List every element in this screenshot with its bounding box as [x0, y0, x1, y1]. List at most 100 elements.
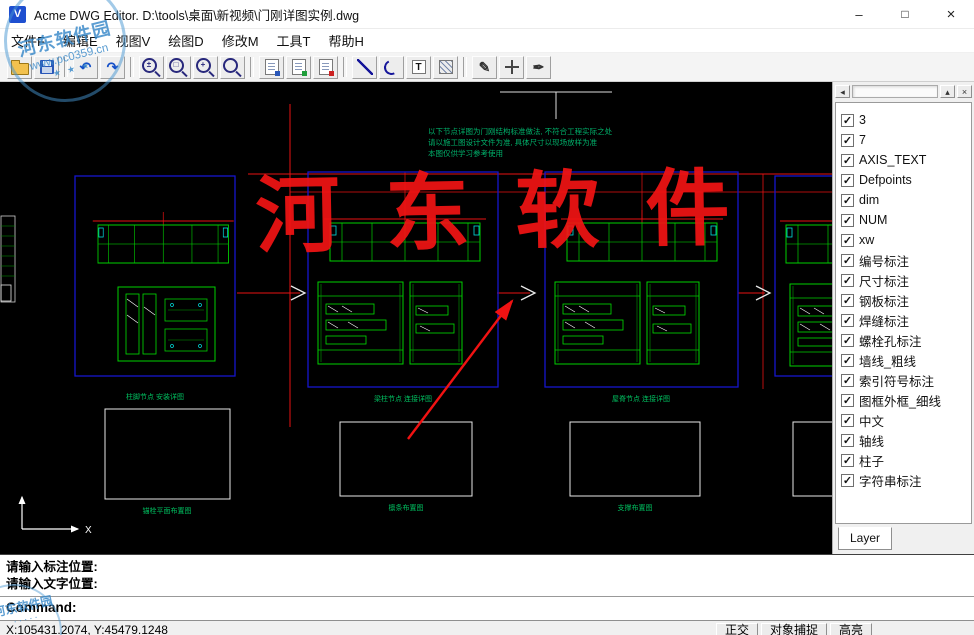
layer-row: ✓ 字符串标注	[841, 470, 971, 490]
arc-tool-icon	[382, 57, 401, 76]
toolbar-separator	[130, 57, 134, 77]
app-window: V Acme DWG Editor. D:\tools\桌面\新视频\门刚详图实…	[0, 0, 974, 635]
layer-checkbox[interactable]: ✓	[841, 334, 854, 347]
layer-checkbox[interactable]: ✓	[841, 474, 854, 487]
zoom-in-icon[interactable]: +	[193, 56, 218, 79]
move-tool-icon[interactable]	[499, 56, 524, 79]
minimize-button[interactable]: –	[836, 0, 882, 28]
panel-close-button[interactable]: ×	[957, 85, 972, 98]
note-text-line: 请以施工图设计文件为准, 具体尺寸以现场放样为准	[428, 137, 598, 147]
layer-checkbox[interactable]: ✓	[841, 274, 854, 287]
dimension-tool-icon[interactable]: ✎	[472, 56, 497, 79]
layer-checkbox[interactable]: ✓	[841, 194, 854, 207]
tab-layer[interactable]: Layer	[838, 527, 892, 550]
close-button[interactable]: ×	[928, 0, 974, 28]
menu-item-draw[interactable]: 绘图D	[159, 29, 212, 52]
layer-label[interactable]: 尺寸标注	[859, 271, 909, 290]
layer-label[interactable]: 柱子	[859, 451, 884, 470]
layer-manager-icon[interactable]	[259, 56, 284, 79]
panel-scrollbar[interactable]	[852, 85, 938, 98]
layer-checkbox[interactable]: ✓	[841, 434, 854, 447]
layer-label[interactable]: 墙线_粗线	[859, 351, 916, 370]
menu-item-tools[interactable]: 工具T	[268, 29, 320, 52]
zoom-previous-icon[interactable]	[220, 56, 245, 79]
layer-label[interactable]: dim	[859, 193, 879, 207]
menu-item-view[interactable]: 视图V	[107, 29, 160, 52]
layer-label[interactable]: AXIS_TEXT	[859, 153, 926, 167]
layer-checkbox[interactable]: ✓	[841, 214, 854, 227]
hatch-tool-icon	[439, 60, 453, 74]
menu-item-edit[interactable]: 编辑E	[54, 29, 107, 52]
redo-icon[interactable]: ↷	[100, 56, 125, 79]
toolbar-separator	[250, 57, 254, 77]
arc-tool-icon[interactable]	[379, 56, 404, 79]
layer-checkbox[interactable]: ✓	[841, 254, 854, 267]
layer-row: ✓ 图框外框_细线	[841, 390, 971, 410]
zoom-realtime-icon: ±	[142, 58, 157, 73]
layer-label[interactable]: 索引符号标注	[859, 371, 934, 390]
layer-label[interactable]: 焊缝标注	[859, 311, 909, 330]
layer-label[interactable]: 7	[859, 133, 866, 147]
layer-label[interactable]: 钢板标注	[859, 291, 909, 310]
layer-checkbox[interactable]: ✓	[841, 314, 854, 327]
line-tool-icon[interactable]	[352, 56, 377, 79]
layer-states-icon[interactable]	[286, 56, 311, 79]
layer-checkbox[interactable]: ✓	[841, 414, 854, 427]
layer-checkbox[interactable]: ✓	[841, 454, 854, 467]
layer-checkbox[interactable]: ✓	[841, 354, 854, 367]
window-controls: – □ ×	[836, 0, 974, 28]
layer-row: ✓ 焊缝标注	[841, 310, 971, 330]
layer-checkbox[interactable]: ✓	[841, 394, 854, 407]
layer-label[interactable]: NUM	[859, 213, 887, 227]
detail-caption: 支撑布置图	[618, 503, 653, 512]
layer-checkbox[interactable]: ✓	[841, 234, 854, 247]
layer-row: ✓7	[841, 130, 971, 150]
status-toggle-osnap[interactable]: 对象捕捉	[761, 623, 827, 635]
open-file-icon[interactable]	[7, 56, 32, 79]
undo-icon[interactable]: ↶	[73, 56, 98, 79]
layer-label[interactable]: 3	[859, 113, 866, 127]
layer-row: ✓ dim	[841, 190, 971, 210]
command-area: 请输入标注位置: 请输入文字位置: Command:	[0, 554, 974, 620]
menu-item-help[interactable]: 帮助H	[319, 29, 372, 52]
detail-caption: 梁柱节点 连接详图	[374, 394, 432, 403]
layer-label[interactable]: 轴线	[859, 431, 884, 450]
layer-checkbox[interactable]: ✓	[841, 154, 854, 167]
layer-properties-icon[interactable]	[313, 56, 338, 79]
layer-label[interactable]: 图框外框_细线	[859, 391, 941, 410]
layer-row: ✓ 墙线_粗线	[841, 350, 971, 370]
undo-icon: ↶	[80, 57, 92, 77]
layer-checkbox[interactable]: ✓	[841, 174, 854, 187]
zoom-realtime-icon[interactable]: ±	[139, 56, 164, 79]
menu-item-file[interactable]: 文件F	[2, 29, 54, 52]
leader-tool-icon[interactable]: ✒	[526, 56, 551, 79]
layer-row: ✓ 轴线	[841, 430, 971, 450]
layer-list: ✓3✓7✓AXIS_TEXT✓Defpoints✓dim✓NUM✓xw✓编号标注…	[835, 102, 972, 524]
zoom-previous-icon	[223, 58, 238, 73]
layer-label[interactable]: Defpoints	[859, 173, 912, 187]
text-tool-icon[interactable]: T	[406, 56, 431, 79]
command-input-line[interactable]: Command:	[6, 600, 77, 615]
detail-caption: 檩条布置图	[389, 503, 424, 512]
panel-scroll-left-button[interactable]: ◂	[835, 85, 850, 98]
drawing-canvas[interactable]: 以下节点详图为门刚结构标准做法, 不符合工程实际之处 请以施工图设计文件为准, …	[0, 82, 832, 554]
layer-label[interactable]: 编号标注	[859, 251, 909, 270]
zoom-window-icon[interactable]: □	[166, 56, 191, 79]
layer-checkbox[interactable]: ✓	[841, 114, 854, 127]
layer-checkbox[interactable]: ✓	[841, 374, 854, 387]
save-icon[interactable]	[34, 56, 59, 79]
maximize-button[interactable]: □	[882, 0, 928, 28]
text-tool-icon: T	[412, 60, 426, 74]
hatch-tool-icon[interactable]	[433, 56, 458, 79]
layer-row: ✓ AXIS_TEXT	[841, 150, 971, 170]
panel-up-button[interactable]: ▴	[940, 85, 955, 98]
layer-label[interactable]: xw	[859, 233, 874, 247]
status-toggle-ortho[interactable]: 正交	[716, 623, 758, 635]
layer-checkbox[interactable]: ✓	[841, 134, 854, 147]
status-toggle-highlight[interactable]: 高亮	[830, 623, 872, 635]
layer-label[interactable]: 字符串标注	[859, 471, 922, 490]
layer-label[interactable]: 螺栓孔标注	[859, 331, 922, 350]
menu-item-modify[interactable]: 修改M	[213, 29, 268, 52]
layer-checkbox[interactable]: ✓	[841, 294, 854, 307]
layer-label[interactable]: 中文	[859, 411, 884, 430]
